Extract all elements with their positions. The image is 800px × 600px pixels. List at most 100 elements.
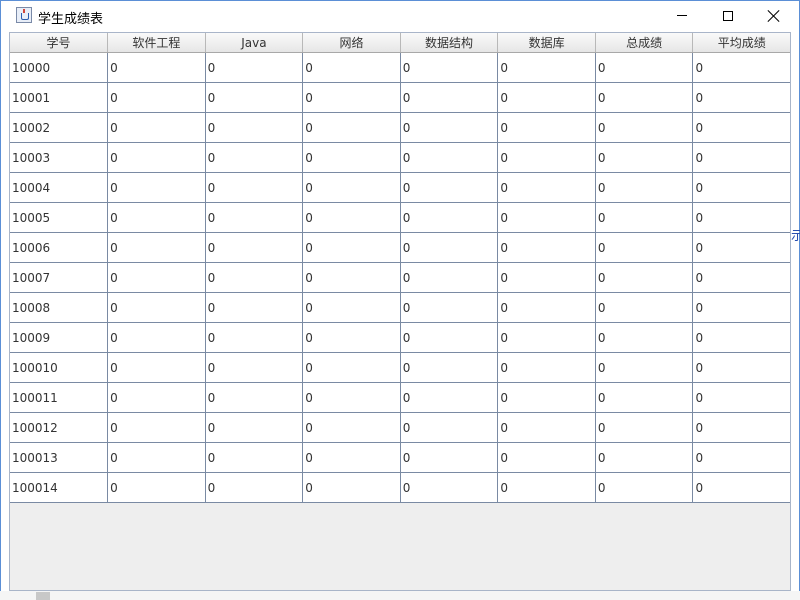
score-cell[interactable]: 0 [205, 262, 304, 293]
score-cell[interactable]: 0 [107, 82, 206, 113]
score-cell[interactable]: 0 [302, 352, 401, 383]
table-row[interactable]: 10007 0 0 0 0 0 0 0 [10, 262, 790, 293]
score-cell[interactable]: 0 [400, 352, 499, 383]
score-cell[interactable]: 0 [692, 82, 790, 113]
table-row[interactable]: 10001 0 0 0 0 0 0 0 [10, 82, 790, 113]
score-cell[interactable]: 0 [595, 112, 694, 143]
score-cell[interactable]: 0 [595, 292, 694, 323]
student-id-cell[interactable]: 10006 [10, 232, 109, 263]
column-header-student-id[interactable]: 学号 [10, 33, 109, 53]
score-cell[interactable]: 0 [692, 232, 790, 263]
score-cell[interactable]: 0 [400, 472, 499, 503]
score-cell[interactable]: 0 [497, 142, 596, 173]
student-id-cell[interactable]: 100011 [10, 382, 109, 413]
score-cell[interactable]: 0 [595, 262, 694, 293]
score-cell[interactable]: 0 [400, 112, 499, 143]
score-cell[interactable]: 0 [497, 472, 596, 503]
score-cell[interactable]: 0 [205, 232, 304, 263]
score-cell[interactable]: 0 [692, 52, 790, 83]
grade-table[interactable]: 学号 软件工程 Java 网络 数据结构 数据库 总成绩 平均成绩 10000 0… [10, 33, 790, 503]
table-row[interactable]: 100012 0 0 0 0 0 0 0 [10, 412, 790, 443]
score-cell[interactable]: 0 [107, 52, 206, 83]
score-cell[interactable]: 0 [205, 52, 304, 83]
score-cell[interactable]: 0 [302, 442, 401, 473]
score-cell[interactable]: 0 [400, 412, 499, 443]
score-cell[interactable]: 0 [595, 202, 694, 233]
score-cell[interactable]: 0 [692, 172, 790, 203]
score-cell[interactable]: 0 [205, 322, 304, 353]
table-row[interactable]: 10000 0 0 0 0 0 0 0 [10, 52, 790, 83]
score-cell[interactable]: 0 [302, 172, 401, 203]
score-cell[interactable]: 0 [302, 52, 401, 83]
score-cell[interactable]: 0 [205, 292, 304, 323]
score-cell[interactable]: 0 [497, 382, 596, 413]
score-cell[interactable]: 0 [595, 352, 694, 383]
score-cell[interactable]: 0 [400, 142, 499, 173]
student-id-cell[interactable]: 10004 [10, 172, 109, 203]
table-row[interactable]: 10005 0 0 0 0 0 0 0 [10, 202, 790, 233]
score-cell[interactable]: 0 [497, 202, 596, 233]
score-cell[interactable]: 0 [205, 202, 304, 233]
table-row[interactable]: 100010 0 0 0 0 0 0 0 [10, 352, 790, 383]
score-cell[interactable]: 0 [595, 172, 694, 203]
score-cell[interactable]: 0 [302, 112, 401, 143]
score-cell[interactable]: 0 [497, 352, 596, 383]
table-row[interactable]: 100014 0 0 0 0 0 0 0 [10, 472, 790, 503]
score-cell[interactable]: 0 [107, 202, 206, 233]
score-cell[interactable]: 0 [595, 412, 694, 443]
table-row[interactable]: 10003 0 0 0 0 0 0 0 [10, 142, 790, 173]
score-cell[interactable]: 0 [595, 472, 694, 503]
table-row[interactable]: 100011 0 0 0 0 0 0 0 [10, 382, 790, 413]
student-id-cell[interactable]: 10002 [10, 112, 109, 143]
minimize-button[interactable] [659, 1, 705, 31]
score-cell[interactable]: 0 [107, 262, 206, 293]
column-header-total-score[interactable]: 总成绩 [595, 33, 694, 53]
score-cell[interactable]: 0 [205, 142, 304, 173]
score-cell[interactable]: 0 [400, 232, 499, 263]
score-cell[interactable]: 0 [302, 202, 401, 233]
score-cell[interactable]: 0 [302, 82, 401, 113]
score-cell[interactable]: 0 [595, 82, 694, 113]
score-cell[interactable]: 0 [107, 292, 206, 323]
score-cell[interactable]: 0 [205, 112, 304, 143]
score-cell[interactable]: 0 [302, 382, 401, 413]
table-row[interactable]: 10002 0 0 0 0 0 0 0 [10, 112, 790, 143]
score-cell[interactable]: 0 [302, 142, 401, 173]
score-cell[interactable]: 0 [497, 172, 596, 203]
score-cell[interactable]: 0 [302, 322, 401, 353]
score-cell[interactable]: 0 [692, 292, 790, 323]
column-header-database[interactable]: 数据库 [497, 33, 596, 53]
score-cell[interactable]: 0 [400, 262, 499, 293]
score-cell[interactable]: 0 [692, 472, 790, 503]
score-cell[interactable]: 0 [107, 142, 206, 173]
student-id-cell[interactable]: 10005 [10, 202, 109, 233]
score-cell[interactable]: 0 [595, 382, 694, 413]
score-cell[interactable]: 0 [497, 292, 596, 323]
column-header-average-score[interactable]: 平均成绩 [692, 33, 790, 53]
student-id-cell[interactable]: 10009 [10, 322, 109, 353]
score-cell[interactable]: 0 [107, 412, 206, 443]
student-id-cell[interactable]: 100014 [10, 472, 109, 503]
close-button[interactable] [751, 1, 797, 31]
student-id-cell[interactable]: 100012 [10, 412, 109, 443]
student-id-cell[interactable]: 100010 [10, 352, 109, 383]
score-cell[interactable]: 0 [205, 82, 304, 113]
score-cell[interactable]: 0 [692, 352, 790, 383]
score-cell[interactable]: 0 [692, 322, 790, 353]
score-cell[interactable]: 0 [302, 472, 401, 503]
score-cell[interactable]: 0 [595, 232, 694, 263]
score-cell[interactable]: 0 [497, 82, 596, 113]
student-id-cell[interactable]: 10008 [10, 292, 109, 323]
score-cell[interactable]: 0 [497, 322, 596, 353]
score-cell[interactable]: 0 [400, 292, 499, 323]
score-cell[interactable]: 0 [107, 112, 206, 143]
table-row[interactable]: 10004 0 0 0 0 0 0 0 [10, 172, 790, 203]
score-cell[interactable]: 0 [400, 172, 499, 203]
score-cell[interactable]: 0 [692, 442, 790, 473]
score-cell[interactable]: 0 [497, 262, 596, 293]
score-cell[interactable]: 0 [302, 262, 401, 293]
student-id-cell[interactable]: 100013 [10, 442, 109, 473]
table-row[interactable]: 10008 0 0 0 0 0 0 0 [10, 292, 790, 323]
score-cell[interactable]: 0 [692, 262, 790, 293]
score-cell[interactable]: 0 [205, 352, 304, 383]
